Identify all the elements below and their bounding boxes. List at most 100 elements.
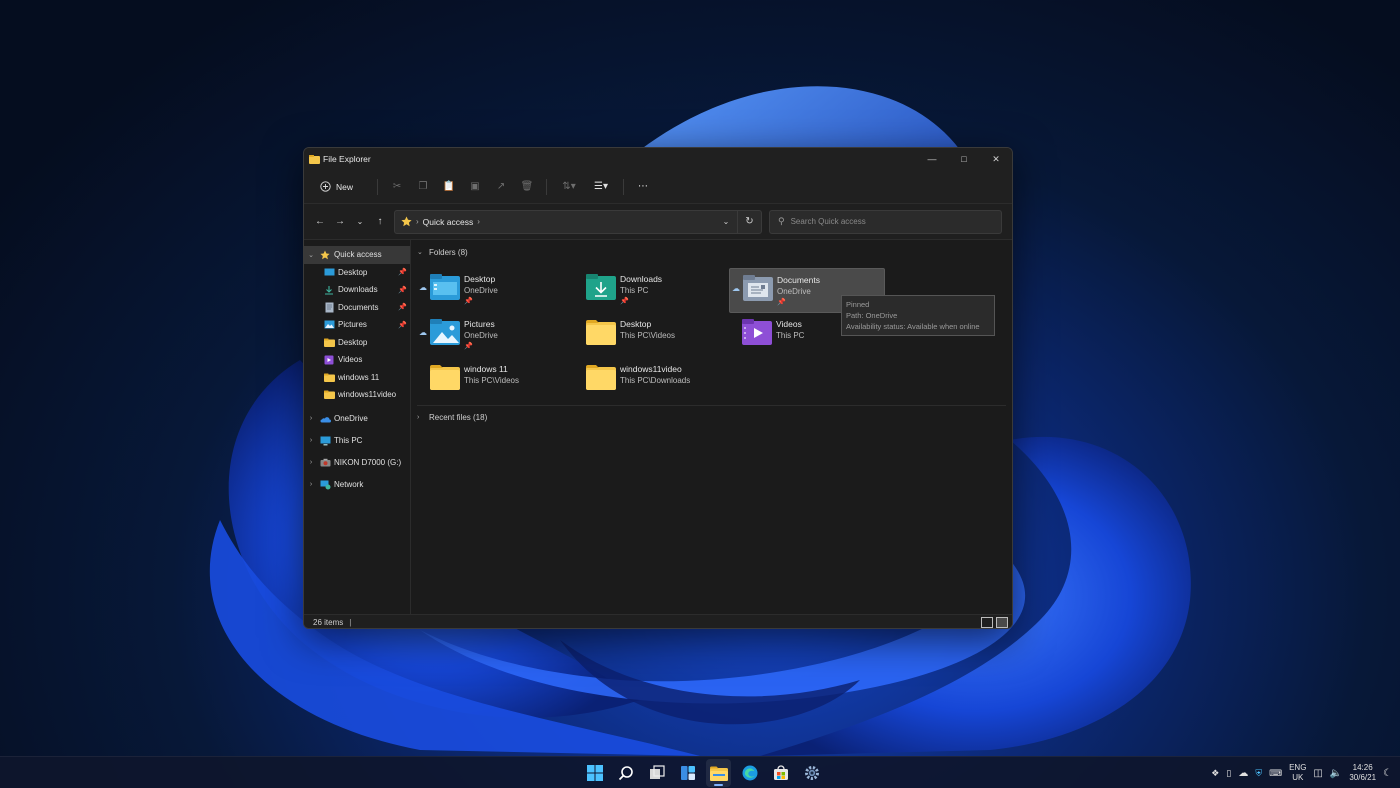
folder-name: windows11video xyxy=(620,364,682,374)
copy-button[interactable]: ❐ xyxy=(410,176,436,198)
sidebar-item-nikon-drive[interactable]: › NIKON D7000 (G:) xyxy=(304,452,410,474)
sidebar-item-downloads[interactable]: Downloads 📌 xyxy=(304,281,410,299)
rename-button[interactable]: ▣ xyxy=(462,176,488,198)
arrow-up-icon: ↑ xyxy=(377,216,383,227)
documents-folder-icon xyxy=(743,275,773,301)
minimize-button[interactable]: — xyxy=(916,148,948,170)
sidebar-item-windows-11[interactable]: windows 11 xyxy=(304,369,410,387)
folder-tile-desktop-videos[interactable]: Desktop This PC\Videos xyxy=(573,313,729,358)
status-divider: | xyxy=(349,618,352,627)
search-input[interactable] xyxy=(790,217,981,226)
focus-assist-icon[interactable]: ☾ xyxy=(1383,768,1392,779)
file-explorer-taskbar-button[interactable] xyxy=(706,759,731,787)
delete-button[interactable]: 🗑 xyxy=(514,176,540,198)
copy-icon: ❐ xyxy=(418,181,428,192)
desktop-folder-icon xyxy=(430,274,460,300)
address-bar[interactable]: › Quick access › ⌄ ↻ xyxy=(394,209,762,234)
details-view-button[interactable] xyxy=(981,617,993,628)
clock[interactable]: 14:26 30/6/21 xyxy=(1349,763,1376,783)
search-taskbar-button[interactable] xyxy=(613,759,638,787)
folder-location: OneDrive xyxy=(777,287,811,296)
folder-icon xyxy=(322,372,336,383)
folders-section-header[interactable]: ⌄ Folders (8) xyxy=(417,240,1006,264)
folder-tile-downloads[interactable]: Downloads This PC 📌 xyxy=(573,268,729,313)
navigation-pane: ⌄ Quick access Desktop 📌 Downloads 📌 Doc… xyxy=(304,240,411,614)
maximize-button[interactable]: □ xyxy=(948,148,980,170)
cut-button[interactable]: ✂ xyxy=(384,176,410,198)
recent-files-section-header[interactable]: › Recent files (18) xyxy=(417,405,1006,429)
title-bar[interactable]: File Explorer — □ ✕ xyxy=(304,148,1012,170)
command-bar: New ✂ ❐ 📋 ▣ ↗ 🗑 ⇅▾ ☰▾ ⋯ xyxy=(304,170,1012,204)
pin-icon: 📌 xyxy=(620,298,629,305)
folder-tile-pictures[interactable]: ☁ Pictures OneDrive 📌 xyxy=(417,313,573,358)
widgets-icon xyxy=(680,766,695,780)
folder-tile-windows11video[interactable]: windows11video This PC\Downloads xyxy=(573,358,729,403)
cloud-status-icon: ☁ xyxy=(732,284,740,293)
chevron-right-icon[interactable]: › xyxy=(304,481,318,488)
more-options-button[interactable]: ⋯ xyxy=(630,176,656,198)
refresh-button[interactable]: ↻ xyxy=(737,210,761,233)
refresh-icon: ↻ xyxy=(745,216,754,227)
breadcrumb[interactable]: › Quick access › xyxy=(401,216,715,227)
language-indicator[interactable]: ENG UK xyxy=(1289,763,1306,783)
toolbar-divider xyxy=(377,178,379,195)
volume-icon[interactable]: 🔈 xyxy=(1330,768,1342,779)
chevron-right-icon[interactable]: › xyxy=(304,459,318,466)
sidebar-item-pictures[interactable]: Pictures 📌 xyxy=(304,316,410,334)
widgets-button[interactable] xyxy=(675,759,700,787)
settings-button[interactable] xyxy=(799,759,824,787)
recent-locations-button[interactable]: ⌄ xyxy=(350,211,370,233)
sort-button[interactable]: ⇅▾ xyxy=(553,176,585,198)
sidebar-item-windows11video[interactable]: windows11video xyxy=(304,386,410,404)
sidebar-item-label: NIKON D7000 (G:) xyxy=(334,458,402,467)
close-button[interactable]: ✕ xyxy=(980,148,1012,170)
keyboard-icon[interactable]: ⌨ xyxy=(1269,768,1282,779)
toolbar-divider xyxy=(623,178,625,195)
view-button[interactable]: ☰▾ xyxy=(585,176,617,198)
usb-drive-icon[interactable]: ▯ xyxy=(1226,768,1231,779)
chevron-right-icon[interactable]: › xyxy=(304,437,318,444)
toolbar-divider xyxy=(546,178,548,195)
pin-icon: 📌 xyxy=(464,298,473,305)
start-button[interactable] xyxy=(582,759,607,787)
share-button[interactable]: ↗ xyxy=(488,176,514,198)
chevron-down-icon: ⌄ xyxy=(722,217,730,226)
store-button[interactable] xyxy=(768,759,793,787)
arrow-right-icon: → xyxy=(335,216,345,227)
new-button[interactable]: New xyxy=(314,177,359,196)
chevron-down-icon[interactable]: ⌄ xyxy=(304,251,318,259)
arrow-left-icon: ← xyxy=(315,216,325,227)
task-view-button[interactable] xyxy=(644,759,669,787)
sidebar-item-desktop-videos[interactable]: Desktop xyxy=(304,334,410,352)
sidebar-item-quick-access[interactable]: ⌄ Quick access xyxy=(304,246,410,264)
security-shield-icon[interactable]: ⛨ xyxy=(1255,768,1262,779)
address-history-button[interactable]: ⌄ xyxy=(715,217,737,226)
downloads-folder-icon xyxy=(586,274,616,300)
language-code: ENG xyxy=(1289,763,1307,772)
onedrive-tray-icon[interactable]: ☁ xyxy=(1238,768,1248,779)
edge-browser-icon xyxy=(742,765,757,781)
breadcrumb-quick-access[interactable]: Quick access xyxy=(423,217,474,227)
back-button[interactable]: ← xyxy=(310,211,330,233)
sidebar-item-this-pc[interactable]: › This PC xyxy=(304,430,410,452)
sidebar-item-videos[interactable]: Videos xyxy=(304,351,410,369)
folder-location: OneDrive xyxy=(464,286,498,295)
sidebar-item-documents[interactable]: Documents 📌 xyxy=(304,299,410,317)
dropbox-icon[interactable]: ❖ xyxy=(1211,768,1219,779)
network-tray-icon[interactable]: ◫ xyxy=(1313,768,1322,779)
view-switcher xyxy=(981,617,1012,628)
up-button[interactable]: ↑ xyxy=(370,211,390,233)
forward-button[interactable]: → xyxy=(330,211,350,233)
tiles-view-button[interactable] xyxy=(996,617,1008,628)
sidebar-item-network[interactable]: › Network xyxy=(304,474,410,496)
folder-tile-windows-11[interactable]: windows 11 This PC\Videos xyxy=(417,358,573,403)
folder-tile-desktop[interactable]: ☁ Desktop OneDrive 📌 xyxy=(417,268,573,313)
paste-button[interactable]: 📋 xyxy=(436,176,462,198)
desktop-icon xyxy=(322,267,336,278)
sidebar-item-onedrive[interactable]: › OneDrive xyxy=(304,408,410,430)
search-box[interactable]: ⚲ xyxy=(769,209,1002,234)
edge-button[interactable] xyxy=(737,759,762,787)
taskbar: ❖ ▯ ☁ ⛨ ⌨ ENG UK ◫ 🔈 14:26 30/6/21 ☾ xyxy=(0,756,1400,788)
sidebar-item-desktop[interactable]: Desktop 📌 xyxy=(304,264,410,282)
chevron-right-icon[interactable]: › xyxy=(304,415,318,422)
